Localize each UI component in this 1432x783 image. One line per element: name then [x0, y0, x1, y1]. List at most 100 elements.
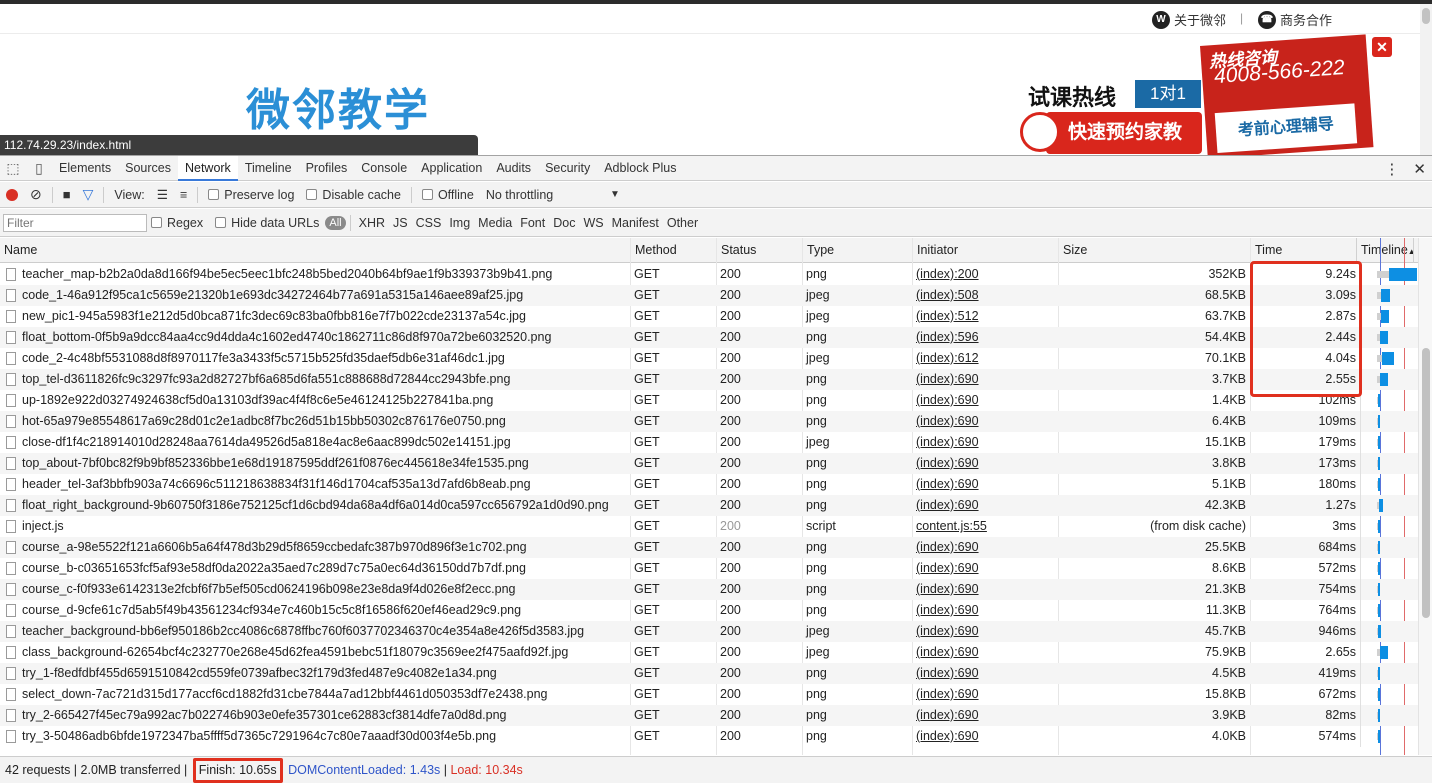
- table-row[interactable]: course_b-c03651653fcf5af93e58df0da2022a3…: [0, 558, 1418, 579]
- request-initiator-link[interactable]: (index):690: [912, 474, 1058, 495]
- regex-checkbox[interactable]: Regex: [147, 210, 209, 236]
- overview-button[interactable]: ≡: [174, 182, 193, 208]
- tab-profiles[interactable]: Profiles: [299, 156, 355, 181]
- table-row[interactable]: up-1892e922d03274924638cf5d0a13103df39ac…: [0, 390, 1418, 411]
- filter-type-other[interactable]: Other: [663, 216, 702, 230]
- hide-data-urls-checkbox[interactable]: Hide data URLs: [209, 210, 325, 236]
- table-row[interactable]: class_background-62654bcf4c232770e268e45…: [0, 642, 1418, 663]
- table-row[interactable]: try_3-50486adb6bfde1972347ba5ffff5d7365c…: [0, 726, 1418, 747]
- tab-elements[interactable]: Elements: [52, 156, 118, 181]
- request-initiator-link[interactable]: (index):690: [912, 558, 1058, 579]
- table-row[interactable]: close-df1f4c218914010d28248aa7614da49526…: [0, 432, 1418, 453]
- table-row[interactable]: top_tel-d3611826fc9c3297fc93a2d82727bf6a…: [0, 369, 1418, 390]
- request-initiator-link[interactable]: (index):690: [912, 579, 1058, 600]
- request-initiator-link[interactable]: (index):690: [912, 369, 1058, 390]
- request-initiator-link[interactable]: (index):512: [912, 306, 1058, 327]
- about-link[interactable]: W 关于微邻: [1152, 10, 1226, 29]
- filter-type-all[interactable]: All: [325, 215, 346, 230]
- table-scroll-thumb[interactable]: [1422, 348, 1430, 618]
- request-initiator-link[interactable]: (index):508: [912, 285, 1058, 306]
- column-initiator[interactable]: Initiator: [912, 238, 1058, 263]
- device-mode-icon[interactable]: ▯: [26, 156, 52, 181]
- request-initiator-link[interactable]: (index):690: [912, 642, 1058, 663]
- request-initiator-link[interactable]: (index):596: [912, 327, 1058, 348]
- filter-type-img[interactable]: Img: [445, 216, 474, 230]
- table-row[interactable]: course_d-9cfe61c7d5ab5f49b43561234cf934e…: [0, 600, 1418, 621]
- table-row[interactable]: course_c-f0f933e6142313e2fcbf6f7b5ef505c…: [0, 579, 1418, 600]
- tab-network[interactable]: Network: [177, 155, 238, 181]
- request-initiator-link[interactable]: (index):690: [912, 453, 1058, 474]
- table-row[interactable]: inject.js GET 200 script content.js:55 (…: [0, 516, 1418, 537]
- clear-button[interactable]: ⊘: [24, 182, 48, 208]
- more-options-icon[interactable]: ⋮: [1384, 160, 1399, 178]
- column-method[interactable]: Method: [630, 238, 716, 263]
- filter-input[interactable]: [3, 213, 147, 232]
- tab-security[interactable]: Security: [538, 156, 597, 181]
- table-scrollbar[interactable]: [1418, 238, 1432, 755]
- filter-type-ws[interactable]: WS: [579, 216, 607, 230]
- throttling-select[interactable]: No throttling ▼: [480, 182, 626, 208]
- tab-sources[interactable]: Sources: [118, 156, 178, 181]
- column-time[interactable]: Time: [1250, 238, 1356, 263]
- preserve-log-checkbox[interactable]: Preserve log: [202, 182, 300, 208]
- request-initiator-link[interactable]: (index):690: [912, 411, 1058, 432]
- column-type[interactable]: Type: [802, 238, 912, 263]
- record-button[interactable]: [0, 182, 24, 208]
- request-initiator-link[interactable]: (index):690: [912, 684, 1058, 705]
- request-initiator-link[interactable]: (index):690: [912, 495, 1058, 516]
- tab-audits[interactable]: Audits: [489, 156, 538, 181]
- request-initiator-link[interactable]: (index):690: [912, 705, 1058, 726]
- business-link[interactable]: ☎ 商务合作: [1258, 10, 1332, 29]
- filter-type-media[interactable]: Media: [474, 216, 516, 230]
- table-row[interactable]: teacher_map-b2b2a0da8d166f94be5ec5eec1bf…: [0, 264, 1418, 285]
- request-initiator-link[interactable]: (index):690: [912, 726, 1058, 747]
- promo-subtitle[interactable]: 考前心理辅导: [1214, 103, 1358, 154]
- tab-console[interactable]: Console: [354, 156, 414, 181]
- book-tutor-button[interactable]: 快速预约家教: [1046, 112, 1202, 154]
- close-devtools-icon[interactable]: ✕: [1413, 160, 1426, 178]
- capture-screenshots-button[interactable]: ■: [57, 182, 77, 208]
- request-initiator-link[interactable]: (index):612: [912, 348, 1058, 369]
- filter-type-manifest[interactable]: Manifest: [608, 216, 663, 230]
- table-row[interactable]: try_1-f8edfdbf455d6591510842cd559fe0739a…: [0, 663, 1418, 684]
- table-row[interactable]: hot-65a979e85548617a69c28d01c2e1adbc8f7b…: [0, 411, 1418, 432]
- page-scroll-thumb[interactable]: [1422, 8, 1430, 24]
- table-row[interactable]: course_a-98e5522f121a6606b5a64f478d3b29d…: [0, 537, 1418, 558]
- table-row[interactable]: teacher_background-bb6ef950186b2cc4086c6…: [0, 621, 1418, 642]
- disable-cache-checkbox[interactable]: Disable cache: [300, 182, 407, 208]
- table-row[interactable]: float_right_background-9b60750f3186e7521…: [0, 495, 1418, 516]
- column-size[interactable]: Size: [1058, 238, 1250, 263]
- filter-toggle-button[interactable]: ▽: [77, 182, 100, 208]
- tab-timeline[interactable]: Timeline: [238, 156, 299, 181]
- table-row[interactable]: header_tel-3af3bbfb903a74c6696c511218638…: [0, 474, 1418, 495]
- request-initiator-link[interactable]: (index):690: [912, 432, 1058, 453]
- close-icon[interactable]: ✕: [1372, 37, 1392, 57]
- filter-type-xhr[interactable]: XHR: [355, 216, 389, 230]
- table-row[interactable]: try_2-665427f45ec79a992ac7b022746b903e0e…: [0, 705, 1418, 726]
- table-row[interactable]: code_2-4c48bf5531088d8f8970117fe3a3433f5…: [0, 348, 1418, 369]
- table-row[interactable]: float_bottom-0f5b9a9dcc84aa4cc9d4dda4c16…: [0, 327, 1418, 348]
- table-row[interactable]: select_down-7ac721d315d177accf6cd1882fd3…: [0, 684, 1418, 705]
- page-scrollbar[interactable]: [1420, 4, 1432, 155]
- request-initiator-link[interactable]: (index):200: [912, 264, 1058, 285]
- column-name[interactable]: Name: [0, 238, 630, 263]
- tab-adblock-plus[interactable]: Adblock Plus: [597, 156, 683, 181]
- large-rows-button[interactable]: ☰: [151, 182, 174, 208]
- request-initiator-link[interactable]: content.js:55: [912, 516, 1058, 537]
- filter-type-css[interactable]: CSS: [412, 216, 446, 230]
- column-status[interactable]: Status: [716, 238, 802, 263]
- table-row[interactable]: code_1-46a912f95ca1c5659e21320b1e693dc34…: [0, 285, 1418, 306]
- tab-application[interactable]: Application: [414, 156, 489, 181]
- filter-type-doc[interactable]: Doc: [549, 216, 579, 230]
- request-initiator-link[interactable]: (index):690: [912, 390, 1058, 411]
- request-initiator-link[interactable]: (index):690: [912, 600, 1058, 621]
- filter-type-font[interactable]: Font: [516, 216, 549, 230]
- request-initiator-link[interactable]: (index):690: [912, 621, 1058, 642]
- filter-type-js[interactable]: JS: [389, 216, 412, 230]
- offline-checkbox[interactable]: Offline: [416, 182, 480, 208]
- table-row[interactable]: new_pic1-945a5983f1e212d5d0bca871fc3dec6…: [0, 306, 1418, 327]
- inspect-element-icon[interactable]: ⬚: [0, 156, 26, 181]
- table-row[interactable]: top_about-7bf0bc82f9b9bf852336bbe1e68d19…: [0, 453, 1418, 474]
- request-initiator-link[interactable]: (index):690: [912, 663, 1058, 684]
- request-initiator-link[interactable]: (index):690: [912, 537, 1058, 558]
